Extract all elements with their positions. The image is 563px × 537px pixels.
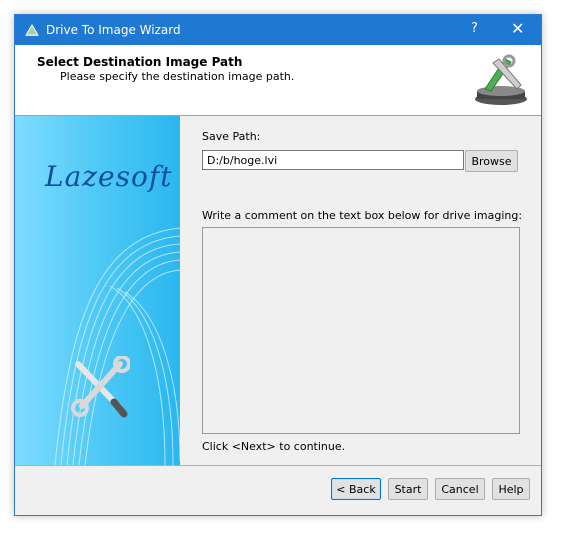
title-bar[interactable]: Drive To Image Wizard ? ✕ xyxy=(15,15,541,45)
footer-divider xyxy=(15,465,541,466)
window-title: Drive To Image Wizard xyxy=(46,23,181,37)
comment-label: Write a comment on the text box below fo… xyxy=(202,209,523,222)
wizard-header: Select Destination Image Path Please spe… xyxy=(15,45,541,116)
help-button[interactable]: Help xyxy=(492,478,530,500)
sidebar-banner: Lazesoft xyxy=(15,116,180,465)
page-title: Select Destination Image Path xyxy=(37,55,243,69)
browse-button[interactable]: Browse xyxy=(465,150,518,172)
comment-textarea[interactable] xyxy=(202,227,520,434)
wizard-content: Save Path: Browse Write a comment on the… xyxy=(180,116,541,465)
wrench-screwdriver-icon xyxy=(71,356,130,418)
cancel-button[interactable]: Cancel xyxy=(435,478,485,500)
app-icon xyxy=(25,24,39,36)
wizard-window: Drive To Image Wizard ? ✕ Select Destina… xyxy=(14,14,542,516)
brand-logo: Lazesoft xyxy=(45,160,173,193)
start-button[interactable]: Start xyxy=(388,478,428,500)
help-icon[interactable]: ? xyxy=(471,21,478,36)
close-icon[interactable]: ✕ xyxy=(511,19,524,38)
back-button[interactable]: < Back xyxy=(331,478,381,500)
save-path-input[interactable] xyxy=(202,150,464,170)
page-subtitle: Please specify the destination image pat… xyxy=(60,70,295,83)
save-path-label: Save Path: xyxy=(202,130,261,143)
drive-tools-icon xyxy=(475,54,527,105)
continue-hint: Click <Next> to continue. xyxy=(202,440,346,453)
